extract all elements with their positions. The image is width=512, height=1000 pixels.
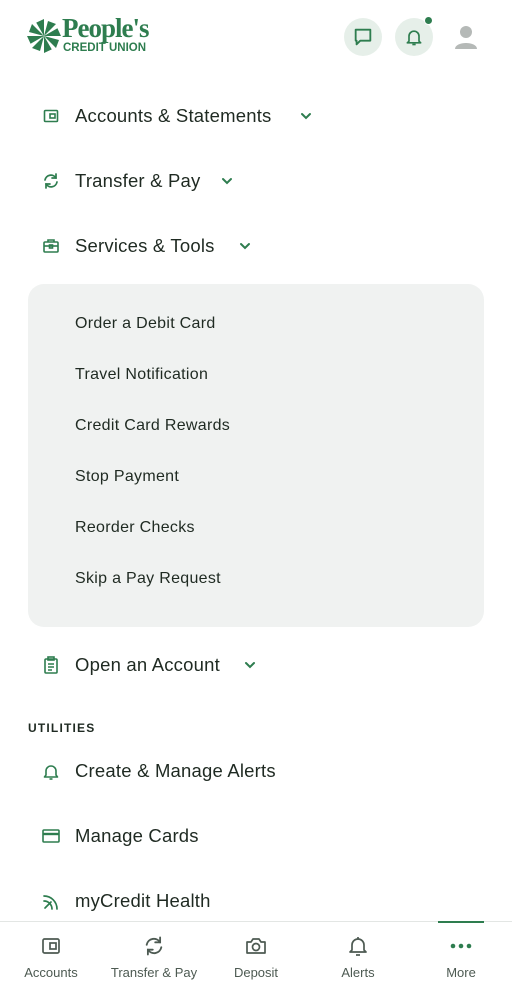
- chevron-down-icon: [301, 113, 311, 120]
- menu-mycredit-health[interactable]: myCredit Health: [0, 879, 512, 923]
- menu-open-account[interactable]: Open an Account: [0, 643, 512, 687]
- services-submenu: Order a Debit Card Travel Notification C…: [28, 284, 484, 627]
- menu-services-label: Services & Tools: [75, 235, 215, 256]
- submenu-item-order-debit-card[interactable]: Order a Debit Card: [75, 315, 216, 333]
- wallet-icon: [40, 105, 62, 127]
- submenu-item-credit-card-rewards[interactable]: Credit Card Rewards: [75, 417, 230, 435]
- wallet-icon: [39, 934, 63, 958]
- more-dots-icon: [449, 934, 473, 958]
- bell-icon: [406, 30, 422, 46]
- brand-subtitle: CREDIT UNION: [63, 42, 147, 54]
- menu-services-tools[interactable]: Services & Tools: [0, 224, 512, 268]
- menu-accounts-label: Accounts & Statements: [75, 105, 272, 126]
- tab-accounts[interactable]: Accounts: [12, 922, 90, 1000]
- clipboard-icon: [40, 654, 62, 676]
- camera-icon: [244, 934, 268, 958]
- tab-transfer-pay[interactable]: Transfer & Pay: [104, 922, 204, 1000]
- submenu-item-travel-notification[interactable]: Travel Notification: [75, 366, 208, 384]
- submenu-item-skip-pay-request[interactable]: Skip a Pay Request: [75, 570, 221, 588]
- submenu-item-stop-payment[interactable]: Stop Payment: [75, 468, 179, 486]
- menu-accounts-statements[interactable]: Accounts & Statements: [0, 94, 512, 138]
- menu-create-manage-alerts[interactable]: Create & Manage Alerts: [0, 749, 512, 793]
- pinwheel-logo-icon: [27, 19, 61, 53]
- tab-label: More: [446, 965, 476, 980]
- credit-card-icon: [40, 825, 62, 847]
- chevron-down-icon: [240, 243, 250, 250]
- tab-deposit[interactable]: Deposit: [222, 922, 290, 1000]
- chevron-down-icon: [245, 662, 255, 669]
- tab-label: Transfer & Pay: [110, 965, 198, 980]
- utilities-heading: UTILITIES: [28, 721, 96, 735]
- bottom-tab-bar: Accounts Transfer & Pay Deposit Alerts M…: [0, 921, 512, 1000]
- credit-gauge-icon: [40, 890, 62, 912]
- menu-credit-health-label: myCredit Health: [75, 890, 211, 911]
- peoples-credit-union-logo[interactable]: People's CREDIT UNION: [26, 13, 156, 60]
- chat-button[interactable]: [344, 18, 382, 56]
- bell-icon: [40, 760, 62, 782]
- submenu-item-reorder-checks[interactable]: Reorder Checks: [75, 519, 195, 537]
- brand-name: People's: [62, 13, 149, 43]
- menu-alerts-label: Create & Manage Alerts: [75, 760, 276, 781]
- tab-alerts[interactable]: Alerts: [326, 922, 390, 1000]
- transfer-arrows-icon: [40, 170, 62, 192]
- menu-cards-label: Manage Cards: [75, 825, 199, 846]
- chat-bubble-icon: [354, 28, 372, 46]
- transfer-arrows-icon: [142, 934, 166, 958]
- chevron-down-icon: [222, 178, 232, 185]
- user-silhouette-icon[interactable]: [452, 23, 480, 51]
- unread-notification-dot: [424, 16, 433, 25]
- app-header: People's CREDIT UNION: [0, 0, 512, 78]
- tab-more[interactable]: More: [430, 922, 492, 1000]
- menu-transfer-label: Transfer & Pay: [75, 170, 201, 191]
- tab-label: Deposit: [233, 965, 279, 980]
- menu-open-account-label: Open an Account: [75, 654, 220, 675]
- menu-transfer-pay[interactable]: Transfer & Pay: [0, 159, 512, 203]
- notifications-button[interactable]: [395, 16, 433, 56]
- tab-label: Alerts: [341, 965, 375, 980]
- bell-icon: [346, 934, 370, 958]
- menu-manage-cards[interactable]: Manage Cards: [0, 814, 512, 858]
- toolbox-icon: [40, 235, 62, 257]
- tab-label: Accounts: [24, 965, 78, 980]
